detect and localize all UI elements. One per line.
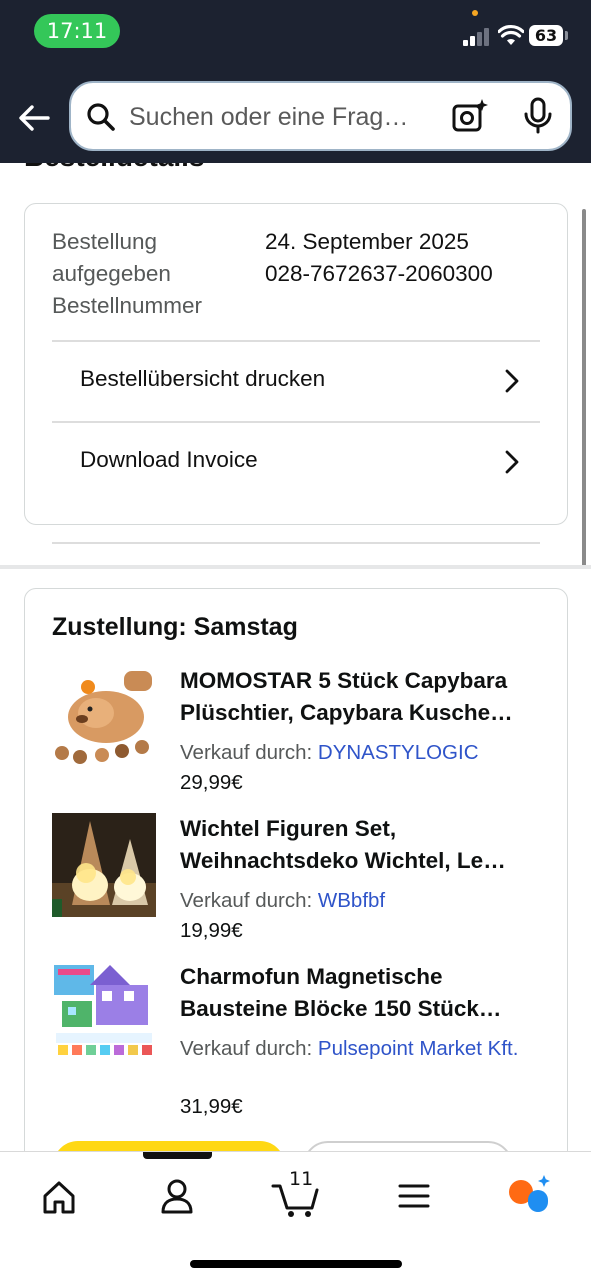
product-price: 29,99€ (180, 771, 243, 794)
seller-link[interactable]: DYNASTYLOGIC (318, 741, 479, 764)
privacy-indicator-icon (472, 10, 478, 16)
bottom-nav-bar: 11 (0, 1151, 591, 1280)
seller-prefix: Verkauf durch: (180, 741, 318, 764)
seller-line: Verkauf durch: WBbfbf (180, 885, 542, 916)
section-divider (0, 565, 591, 569)
download-invoice-label: Download Invoice (80, 447, 258, 472)
chevron-right-icon (505, 450, 519, 474)
product-title[interactable]: MOMOSTAR 5 Stück Capybara Plüschtier, Ca… (180, 665, 542, 729)
product-image-magnetic-blocks[interactable] (52, 961, 156, 1065)
delivery-title: Zustellung: Samstag (52, 613, 298, 641)
order-date: 24. September 2025 (265, 229, 469, 254)
menu-icon[interactable] (396, 1174, 432, 1218)
back-arrow-icon[interactable] (14, 97, 56, 139)
active-tab-indicator (143, 1152, 212, 1159)
search-input[interactable] (129, 100, 441, 134)
camera-lens-icon[interactable] (451, 98, 489, 134)
product-title[interactable]: Wichtel Figuren Set, Weihnachtsdeko Wich… (180, 813, 542, 877)
secondary-action-button[interactable] (303, 1141, 513, 1151)
product-price: 31,99€ (180, 1095, 243, 1118)
wifi-icon (498, 24, 524, 45)
order-details-content: Bestelldetails Bestellung aufgegeben Bes… (0, 163, 591, 1151)
rufus-assistant-icon[interactable] (506, 1174, 554, 1218)
product-price: 19,99€ (180, 919, 243, 942)
home-indicator[interactable] (190, 1260, 402, 1268)
status-time: 17:11 (34, 14, 120, 48)
product-image-gnomes[interactable] (52, 813, 156, 917)
divider (52, 542, 540, 544)
seller-line: Verkauf durch: Pulsepoint Market Kft. (180, 1033, 542, 1064)
scrollbar[interactable] (582, 209, 586, 569)
delivery-card: Zustellung: Samstag MOMOSTAR 5 Stück Cap… (24, 588, 568, 1151)
battery-indicator: 63 (529, 25, 563, 46)
order-info-labels: Bestellung aufgegeben Bestellnummer (52, 229, 203, 318)
print-summary-row[interactable]: Bestellübersicht drucken (52, 340, 540, 420)
microphone-icon[interactable] (523, 97, 553, 135)
product-image-capybara[interactable] (52, 665, 156, 769)
page-title: Bestelldetails (24, 163, 205, 173)
search-icon (87, 103, 115, 131)
battery-tip (565, 31, 568, 40)
order-number: 028-7672637-2060300 (265, 261, 493, 286)
chevron-right-icon (505, 369, 519, 393)
seller-line: Verkauf durch: DYNASTYLOGIC (180, 737, 542, 768)
order-info-card: Bestellung aufgegeben Bestellnummer 24. … (24, 203, 568, 544)
seller-link[interactable]: WBbfbf (318, 889, 385, 912)
account-icon[interactable] (158, 1174, 196, 1218)
seller-link[interactable]: Pulsepoint Market Kft. (318, 1037, 519, 1060)
home-icon[interactable] (40, 1174, 78, 1218)
cart-icon[interactable] (270, 1174, 322, 1218)
cellular-signal-icon (463, 26, 491, 46)
header-bar: 17:11 63 (0, 0, 591, 163)
print-summary-label: Bestellübersicht drucken (80, 366, 326, 391)
download-invoice-row[interactable]: Download Invoice (52, 421, 540, 501)
app-screen: 17:11 63 Suchen oder eine Frag… Bestellu… (0, 0, 591, 1280)
seller-prefix: Verkauf durch: (180, 889, 318, 912)
product-title[interactable]: Charmofun Magnetische Bausteine Blöcke 1… (180, 961, 542, 1025)
order-info-values: 24. September 2025 028-7672637-2060300 (265, 226, 493, 290)
primary-action-button[interactable] (53, 1141, 285, 1151)
seller-prefix: Verkauf durch: (180, 1037, 318, 1060)
search-bar[interactable] (69, 81, 572, 151)
